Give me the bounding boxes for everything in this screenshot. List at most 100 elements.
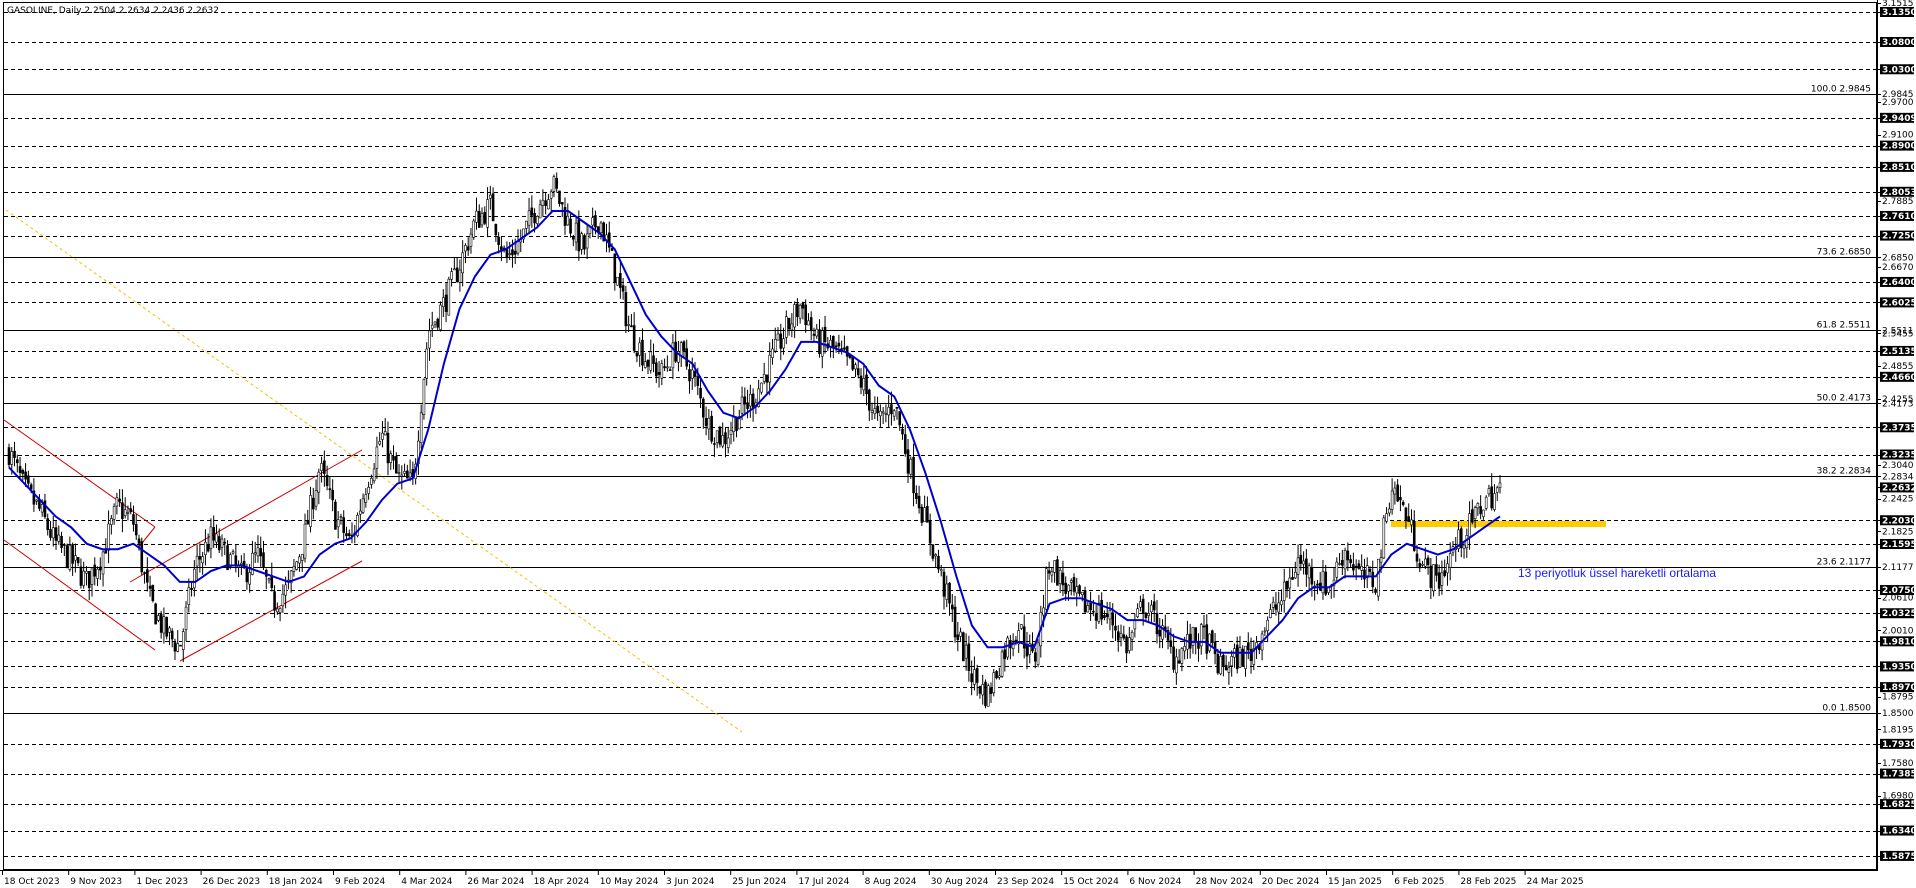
candle-body bbox=[793, 304, 796, 328]
candle-body bbox=[486, 199, 489, 228]
candle-body bbox=[1468, 513, 1471, 537]
candle-body bbox=[1360, 566, 1363, 571]
price-label: 2.0610 bbox=[1882, 594, 1914, 604]
date-label: 18 Apr 2024 bbox=[534, 877, 590, 887]
candle-body bbox=[690, 369, 694, 379]
candle-body bbox=[1089, 602, 1092, 611]
candle-body bbox=[1086, 605, 1090, 613]
price-label: 1.8500 bbox=[1882, 709, 1914, 719]
candle-body bbox=[524, 220, 528, 229]
candle-body bbox=[40, 504, 44, 513]
candle-body bbox=[1296, 557, 1300, 575]
candle-body bbox=[895, 407, 899, 409]
candle-body bbox=[1103, 615, 1106, 619]
date-label: 26 Mar 2024 bbox=[467, 877, 524, 887]
candle-body bbox=[1421, 563, 1424, 566]
candle-body bbox=[632, 325, 636, 351]
candle-body bbox=[666, 366, 669, 369]
candle-body bbox=[558, 190, 561, 204]
candle-body bbox=[1435, 564, 1438, 576]
chart-background bbox=[0, 0, 1916, 888]
candle-body bbox=[1205, 624, 1209, 654]
candle-body bbox=[15, 459, 19, 464]
candle-body bbox=[46, 518, 50, 531]
candle-body bbox=[154, 603, 157, 625]
candle-body bbox=[334, 501, 337, 530]
candle-body bbox=[956, 634, 960, 640]
candle-body bbox=[1415, 553, 1419, 562]
candle-body bbox=[314, 490, 318, 507]
candle-body bbox=[508, 253, 511, 255]
candle-body bbox=[1108, 610, 1112, 620]
candle-body bbox=[339, 516, 343, 518]
price-label: 2.4660 bbox=[1882, 373, 1916, 383]
candle-body bbox=[552, 176, 556, 192]
price-label: 1.5875 bbox=[1882, 852, 1916, 862]
date-label: 28 Feb 2025 bbox=[1460, 877, 1516, 887]
candle-body bbox=[1305, 558, 1308, 575]
candle-body bbox=[215, 533, 218, 543]
candle-body bbox=[1490, 486, 1494, 509]
candle-body bbox=[49, 529, 52, 538]
candle-body bbox=[679, 342, 683, 356]
candle-body bbox=[259, 548, 263, 557]
candle-body bbox=[970, 673, 973, 683]
price-label: 2.8900 bbox=[1882, 142, 1916, 152]
candle-body bbox=[1058, 569, 1062, 584]
candle-body bbox=[798, 304, 802, 319]
candle-body bbox=[843, 347, 846, 350]
price-label: 2.1177 bbox=[1882, 563, 1914, 573]
candle-body bbox=[1385, 513, 1388, 522]
candle-body bbox=[27, 475, 30, 484]
candle-body bbox=[1443, 570, 1446, 576]
candle-body bbox=[475, 210, 478, 223]
candle-body bbox=[273, 591, 276, 611]
candle-body bbox=[1003, 649, 1007, 660]
candle-body bbox=[654, 362, 658, 377]
candle-body bbox=[1246, 642, 1250, 651]
candle-body bbox=[87, 570, 91, 589]
candle-body bbox=[469, 233, 473, 247]
candle-body bbox=[704, 418, 708, 427]
candle-body bbox=[945, 583, 949, 600]
candle-body bbox=[1158, 629, 1162, 637]
price-label: 2.1825 bbox=[1882, 527, 1914, 537]
candle-body bbox=[915, 492, 918, 499]
candle-body bbox=[251, 552, 254, 575]
candle-body bbox=[815, 328, 819, 337]
candle-body bbox=[1338, 563, 1341, 565]
candle-body bbox=[696, 376, 700, 386]
candle-body bbox=[85, 570, 88, 574]
candle-body bbox=[879, 410, 882, 417]
candle-body bbox=[1224, 665, 1228, 671]
candle-body bbox=[1105, 613, 1109, 618]
candle-body bbox=[444, 294, 448, 312]
candle-body bbox=[1169, 640, 1173, 647]
candle-body bbox=[657, 371, 661, 375]
candle-body bbox=[18, 466, 22, 474]
candle-body bbox=[992, 672, 996, 693]
candle-body bbox=[1072, 577, 1076, 592]
candle-body bbox=[726, 437, 730, 448]
candle-body bbox=[749, 393, 752, 407]
candle-body bbox=[240, 562, 243, 565]
candle-body bbox=[1390, 490, 1394, 510]
candle-body bbox=[82, 570, 85, 586]
candle-body bbox=[760, 382, 763, 393]
candle-body bbox=[953, 606, 957, 638]
candle-body bbox=[458, 269, 462, 283]
candle-body bbox=[572, 236, 575, 240]
gasoline-daily-chart[interactable]: 100.0 2.9845 73.6 2.6850 61.8 2.5511 50.0 2… bbox=[0, 0, 1916, 888]
candle-body bbox=[328, 488, 332, 491]
candle-body bbox=[306, 520, 310, 525]
candle-body bbox=[121, 502, 124, 519]
candle-body bbox=[641, 339, 644, 366]
candle-body bbox=[1000, 651, 1004, 677]
candle-body bbox=[1479, 506, 1482, 515]
candle-body bbox=[890, 404, 893, 415]
candle-body bbox=[347, 533, 351, 536]
price-label: 2.3735 bbox=[1882, 423, 1916, 433]
candle-body bbox=[165, 617, 168, 637]
candle-body bbox=[323, 460, 326, 474]
price-label: 2.4855 bbox=[1882, 362, 1914, 372]
